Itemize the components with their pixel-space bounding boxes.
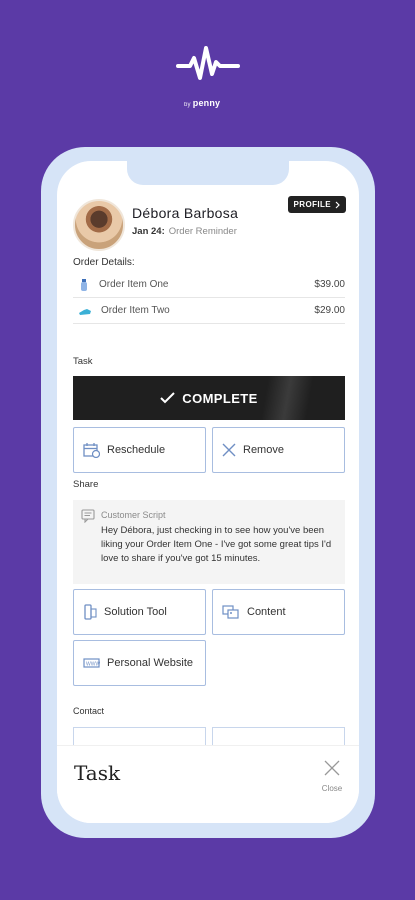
share-heading: Share <box>73 479 99 490</box>
website-label: Personal Website <box>107 657 194 669</box>
order-item-name: Order Item One <box>99 279 169 290</box>
profile-button[interactable]: PROFILE <box>287 196 346 213</box>
complete-label: COMPLETE <box>182 390 258 406</box>
solution-tool-label: Solution Tool <box>104 606 167 618</box>
penny-logo <box>176 46 240 80</box>
remove-label: Remove <box>243 444 284 456</box>
order-item-row[interactable]: Order Item One $39.00 <box>73 272 345 297</box>
task-title: Task <box>74 761 121 785</box>
solution-tool-button[interactable]: Solution Tool <box>73 589 206 635</box>
brand-wordmark: by penny <box>184 98 221 108</box>
content-label: Content <box>247 606 286 618</box>
x-icon <box>222 443 236 457</box>
script-chat-icon <box>81 509 95 523</box>
order-item-row[interactable]: Order Item Two $29.00 <box>73 298 345 323</box>
phone-screen: Débora Barbosa Jan 24: Order Reminder PRO… <box>57 161 359 823</box>
phone-frame: Débora Barbosa Jan 24: Order Reminder PRO… <box>41 147 375 838</box>
close-icon <box>324 760 340 776</box>
customer-script-box: Customer Script Hey Débora, just checkin… <box>73 500 345 584</box>
personal-website-button[interactable]: WWW Personal Website <box>73 640 206 686</box>
checkmark-icon <box>160 392 175 404</box>
product-shoe-icon <box>79 308 91 315</box>
close-button[interactable]: Close <box>317 759 347 793</box>
order-item-price: $29.00 <box>314 305 345 316</box>
website-icon: WWW <box>83 658 100 668</box>
complete-button[interactable]: COMPLETE <box>73 376 345 420</box>
reschedule-button[interactable]: Reschedule <box>73 427 206 473</box>
close-label: Close <box>321 784 343 793</box>
device-icon <box>84 604 97 620</box>
content-button[interactable]: Content <box>212 589 345 635</box>
contact-subtitle: Jan 24: Order Reminder <box>132 226 237 237</box>
divider <box>73 323 345 324</box>
content-cards-icon <box>222 605 239 619</box>
order-details-heading: Order Details: <box>73 257 135 268</box>
calendar-icon <box>83 443 100 458</box>
event-date: Jan 24: <box>132 226 165 237</box>
task-heading: Task <box>73 356 93 367</box>
chevron-right-icon <box>335 201 340 208</box>
order-item-name: Order Item Two <box>101 305 170 316</box>
script-text: Hey Débora, just checking in to see how … <box>101 525 332 564</box>
phone-notch <box>127 161 289 185</box>
svg-text:WWW: WWW <box>86 662 100 668</box>
script-title: Customer Script <box>101 510 166 520</box>
avatar[interactable] <box>73 199 125 251</box>
reschedule-label: Reschedule <box>107 444 166 456</box>
remove-button[interactable]: Remove <box>212 427 345 473</box>
bottom-bar: Task Close <box>57 745 359 823</box>
order-item-price: $39.00 <box>314 279 345 290</box>
contact-heading: Contact <box>73 706 105 716</box>
profile-label: PROFILE <box>293 200 331 209</box>
contact-name: Débora Barbosa <box>132 205 239 221</box>
event-type: Order Reminder <box>168 226 237 237</box>
product-bottle-icon <box>81 278 87 291</box>
